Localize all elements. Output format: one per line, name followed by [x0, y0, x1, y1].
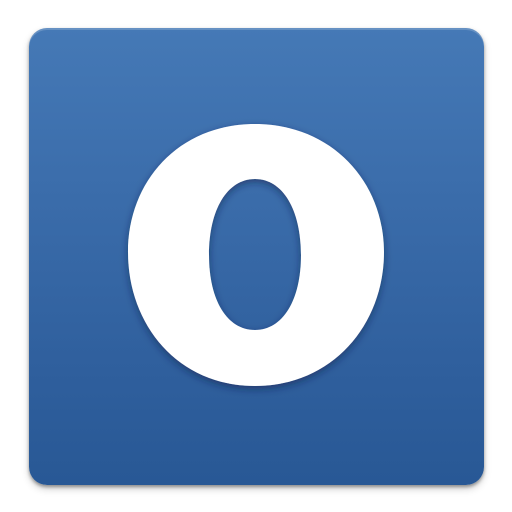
icon-canvas: O [0, 0, 512, 512]
letter-o-icon [128, 124, 384, 386]
letter-o-glyph [128, 124, 384, 386]
app-icon-tile[interactable]: O [29, 28, 484, 485]
